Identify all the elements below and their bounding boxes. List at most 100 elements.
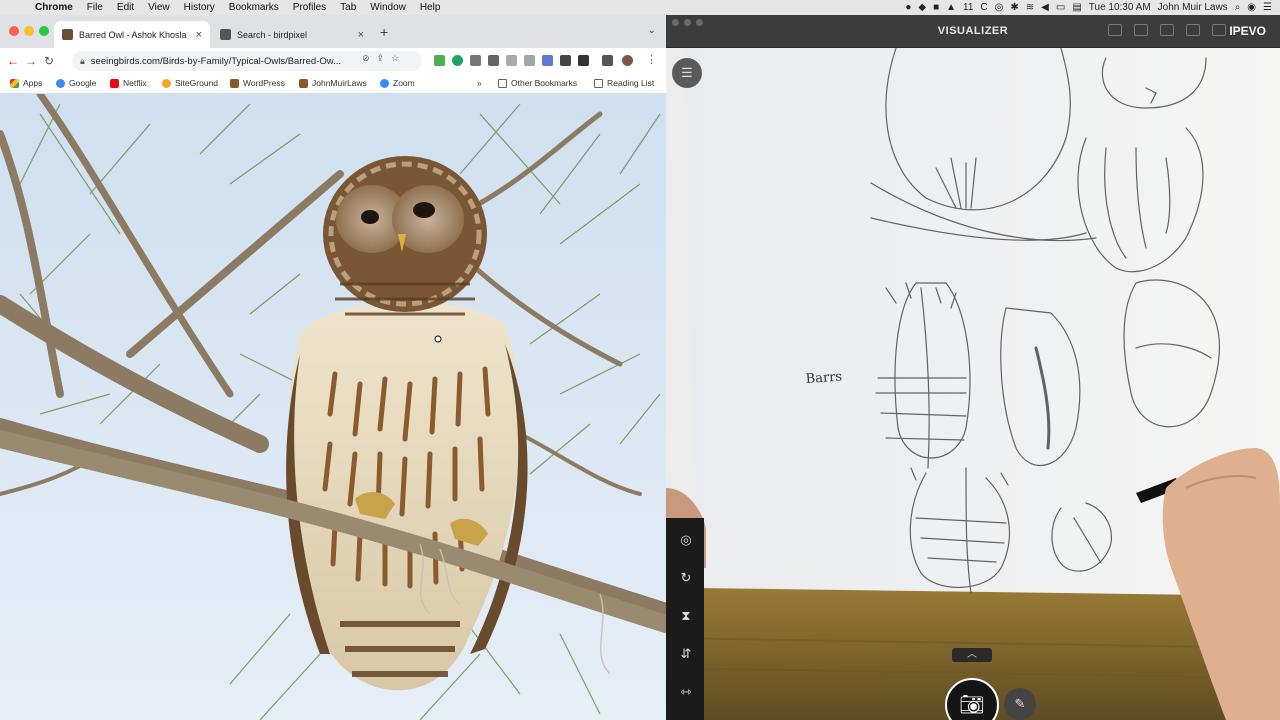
rotate-icon[interactable]: ↻	[676, 568, 696, 588]
pip-icon[interactable]	[1160, 24, 1174, 36]
timer-icon[interactable]: ⧗	[676, 606, 696, 626]
back-icon[interactable]: ←	[4, 54, 22, 68]
bookmark-reading-list[interactable]: Reading List	[594, 78, 654, 88]
menubar-status-area: ● ◆ ■ ▲ 11 C ◎ ✱ ≋ ◀ ▭ ▤ Tue 10:30 AM Jo…	[905, 0, 1272, 15]
zoom-icon	[380, 78, 389, 88]
wifi-icon[interactable]: ≋	[1026, 2, 1034, 13]
reload-icon[interactable]: ↻	[40, 54, 58, 68]
barred-owl-photo	[0, 94, 666, 720]
bird-favicon-icon	[230, 78, 239, 88]
siri-icon[interactable]: ◉	[1247, 2, 1256, 13]
chrome-window: Barred Owl - Ashok Khosla × Search - bir…	[0, 15, 666, 720]
extension-icon[interactable]	[542, 55, 553, 66]
sync-icon[interactable]: C	[980, 2, 987, 13]
menu-app-chrome[interactable]: Chrome	[28, 2, 80, 13]
tab-search-chevron-icon[interactable]: ⌄	[648, 25, 656, 36]
spotlight-search-icon[interactable]: ⌕	[1235, 2, 1241, 13]
window-zoom-button[interactable]	[39, 26, 49, 36]
tab-barred-owl[interactable]: Barred Owl - Ashok Khosla ×	[54, 21, 210, 48]
bookmark-johnmuirlaws[interactable]: JohnMuirLaws	[299, 78, 367, 88]
bookmark-label: Other Bookmarks	[511, 78, 578, 88]
bookmark-label: Apps	[23, 78, 43, 88]
adobe-icon[interactable]: ▲	[946, 2, 956, 13]
tab-close-icon[interactable]: ×	[358, 29, 364, 41]
bookmark-zoom[interactable]: Zoom	[380, 78, 415, 88]
extension-icon[interactable]	[524, 55, 535, 66]
menu-file[interactable]: File	[80, 2, 110, 13]
bookmark-netflix[interactable]: Netflix	[110, 78, 147, 88]
google-icon	[56, 78, 65, 88]
menu-bookmarks[interactable]: Bookmarks	[222, 2, 286, 13]
mirror-icon[interactable]: ⇿	[676, 682, 696, 702]
tab-title: Barred Owl - Ashok Khosla	[79, 29, 187, 40]
bookmark-star-icon[interactable]: ☆	[391, 53, 399, 64]
clock-text[interactable]: Tue 10:30 AM	[1089, 2, 1151, 13]
flip-vertical-icon[interactable]: ⇵	[676, 644, 696, 664]
new-tab-icon[interactable]: +	[380, 24, 388, 40]
window-close-button[interactable]	[9, 26, 19, 36]
apps-grid-icon	[10, 78, 19, 88]
extension-icon[interactable]	[578, 55, 589, 66]
battery-icon[interactable]: ▭	[1056, 2, 1065, 13]
focus-icon[interactable]: ◎	[676, 530, 696, 550]
bookmark-wordpress[interactable]: WordPress	[230, 78, 285, 88]
menu-history[interactable]: History	[177, 2, 222, 13]
bookmark-label: Zoom	[393, 78, 415, 88]
bookmark-folder-other[interactable]: Other Bookmarks	[498, 78, 577, 88]
bookmark-label: WordPress	[243, 78, 285, 88]
profile-avatar[interactable]	[622, 55, 633, 66]
bluetooth-icon[interactable]: ✱	[1010, 2, 1018, 13]
tracking-blocked-icon[interactable]: ⊘	[362, 53, 370, 64]
tab-search-birdpixel[interactable]: Search - birdpixel ×	[212, 21, 372, 48]
menu-help[interactable]: Help	[413, 2, 448, 13]
camera-settings-icon[interactable]	[1212, 24, 1226, 36]
bookmark-label: SiteGround	[175, 78, 218, 88]
extension-icon[interactable]	[560, 55, 571, 66]
menu-window[interactable]: Window	[363, 2, 413, 13]
more-menu-icon[interactable]: ⋮	[646, 53, 657, 66]
capture-window-icon[interactable]	[1186, 24, 1200, 36]
menu-view[interactable]: View	[141, 2, 177, 13]
export-icon[interactable]	[1108, 24, 1122, 36]
status-icon[interactable]: ●	[905, 2, 911, 13]
expand-toolbar-chevron-icon[interactable]: ︿	[952, 648, 992, 662]
extension-icon[interactable]	[488, 55, 499, 66]
menu-profiles[interactable]: Profiles	[286, 2, 333, 13]
forward-icon[interactable]: →	[22, 54, 40, 68]
bookmarks-overflow-chevron[interactable]: »	[477, 78, 482, 88]
menu-edit[interactable]: Edit	[110, 2, 141, 13]
user-name-text[interactable]: John Muir Laws	[1158, 2, 1228, 13]
bookmark-google[interactable]: Google	[56, 78, 96, 88]
timer-icon[interactable]: ◎	[995, 2, 1004, 13]
bookmark-label: JohnMuirLaws	[312, 78, 367, 88]
lock-icon[interactable]: 🔒︎	[80, 56, 85, 67]
control-center-icon[interactable]: ☰	[1263, 2, 1272, 13]
bookmarks-bar: Apps Google Netflix SiteGround WordPress…	[0, 74, 666, 94]
extensions-puzzle-icon[interactable]	[602, 55, 613, 66]
notification-count-badge[interactable]: 11	[963, 2, 973, 13]
split-view-icon[interactable]	[1134, 24, 1148, 36]
input-menu-icon[interactable]: ▤	[1072, 2, 1081, 13]
url-text: seeingbirds.com/Birds-by-Family/Typical-…	[90, 55, 342, 67]
bookmark-apps[interactable]: Apps	[10, 78, 42, 88]
tab-strip: Barred Owl - Ashok Khosla × Search - bir…	[0, 15, 666, 48]
share-icon[interactable]: ⇪	[377, 53, 385, 64]
sidebar-menu-button[interactable]: ☰	[672, 58, 702, 88]
bookmark-label: Google	[69, 78, 97, 88]
bookmark-siteground[interactable]: SiteGround	[162, 78, 218, 88]
folder-icon	[498, 78, 507, 88]
volume-icon[interactable]: ◀	[1041, 2, 1049, 13]
tab-close-icon[interactable]: ×	[196, 29, 202, 41]
bookmark-label: Netflix	[123, 78, 147, 88]
window-minimize-button[interactable]	[24, 26, 34, 36]
extension-icon[interactable]	[434, 55, 445, 66]
tab-favicon-icon	[220, 29, 231, 40]
menu-tab[interactable]: Tab	[333, 2, 363, 13]
extension-icon[interactable]	[470, 55, 481, 66]
extension-icon[interactable]	[506, 55, 517, 66]
dropbox-icon[interactable]: ◆	[918, 2, 926, 13]
extension-icon[interactable]	[452, 55, 463, 66]
screen-record-icon[interactable]: ■	[933, 2, 939, 13]
annotation-pen-button[interactable]: ✎	[1004, 688, 1036, 720]
omnibox-actions: ⊘ ⇪ ☆	[362, 53, 399, 64]
